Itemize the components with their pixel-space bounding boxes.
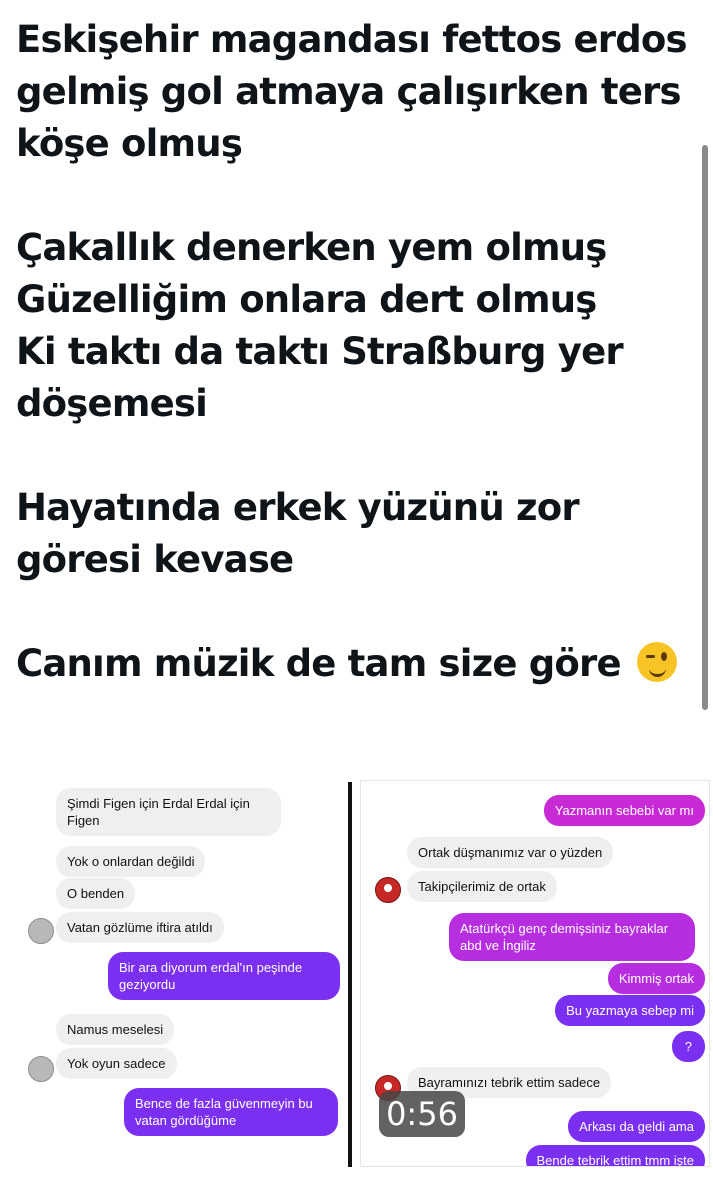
contact-avatar[interactable] (28, 1056, 54, 1082)
right-chat-screenshot[interactable]: Yazmanın sebebi var mı Ortak düşmanımız … (360, 780, 710, 1167)
tweet-line: Eskişehir magandası fettos erdos gelmiş … (16, 18, 688, 165)
contact-avatar[interactable] (375, 877, 401, 903)
chat-message: ? (671, 1031, 705, 1062)
chat-message: Atatürkçü genç demişsiniz bayraklar abd … (449, 913, 695, 961)
contact-avatar[interactable] (28, 918, 54, 944)
chat-message: Şimdi Figen için Erdal Erdal için Figen (56, 788, 281, 836)
chat-message: Yazmanın sebebi var mı (543, 795, 705, 826)
chat-message: Arkası da geldi ama (568, 1111, 705, 1142)
chat-message: Bence de fazla güvenmeyin bu vatan gördü… (124, 1088, 338, 1136)
chat-message: Vatan gözlüme iftira atıldı (56, 912, 224, 943)
tweet-line: Güzelliğim onlara dert olmuş (16, 278, 597, 321)
chat-message: Bir ara diyorum erdal'ın peşinde geziyor… (108, 952, 340, 1000)
tweet-body: Eskişehir magandası fettos erdos gelmiş … (16, 14, 696, 690)
winking-face-emoji-icon (636, 642, 677, 682)
chat-message: Bu yazmaya sebep mi (555, 995, 705, 1026)
tweet-line: Ki taktı da taktı Straßburg yer döşemesi (16, 330, 624, 425)
chat-message: Kimmiş ortak (607, 963, 705, 994)
tweet-media[interactable]: Şimdi Figen için Erdal Erdal için Figen … (16, 772, 710, 1167)
chat-message: Yok o onlardan değildi (56, 846, 206, 877)
chat-message: Namus meselesi (56, 1014, 175, 1045)
divider (348, 782, 352, 1167)
chat-message: Yok oyun sadece (56, 1048, 177, 1079)
tweet-line-text: Canım müzik de tam size göre (16, 642, 622, 685)
video-timer: 0:56 (379, 1091, 465, 1137)
left-chat-screenshot[interactable]: Şimdi Figen için Erdal Erdal için Figen … (16, 772, 346, 1167)
tweet-line: Hayatında erkek yüzünü zor göresi kevase (16, 486, 580, 581)
tweet-line: Çakallık denerken yem olmuş (16, 226, 607, 269)
tweet-line: Canım müzik de tam size göre (16, 638, 696, 690)
chat-message: Ortak düşmanımız var o yüzden (407, 837, 614, 868)
chat-message: Bende tebrik ettim tmm işte (525, 1145, 705, 1166)
chat-message: Takipçilerimiz de ortak (407, 871, 557, 902)
chat-message: O benden (56, 878, 136, 909)
page-scrollbar[interactable] (702, 145, 708, 710)
